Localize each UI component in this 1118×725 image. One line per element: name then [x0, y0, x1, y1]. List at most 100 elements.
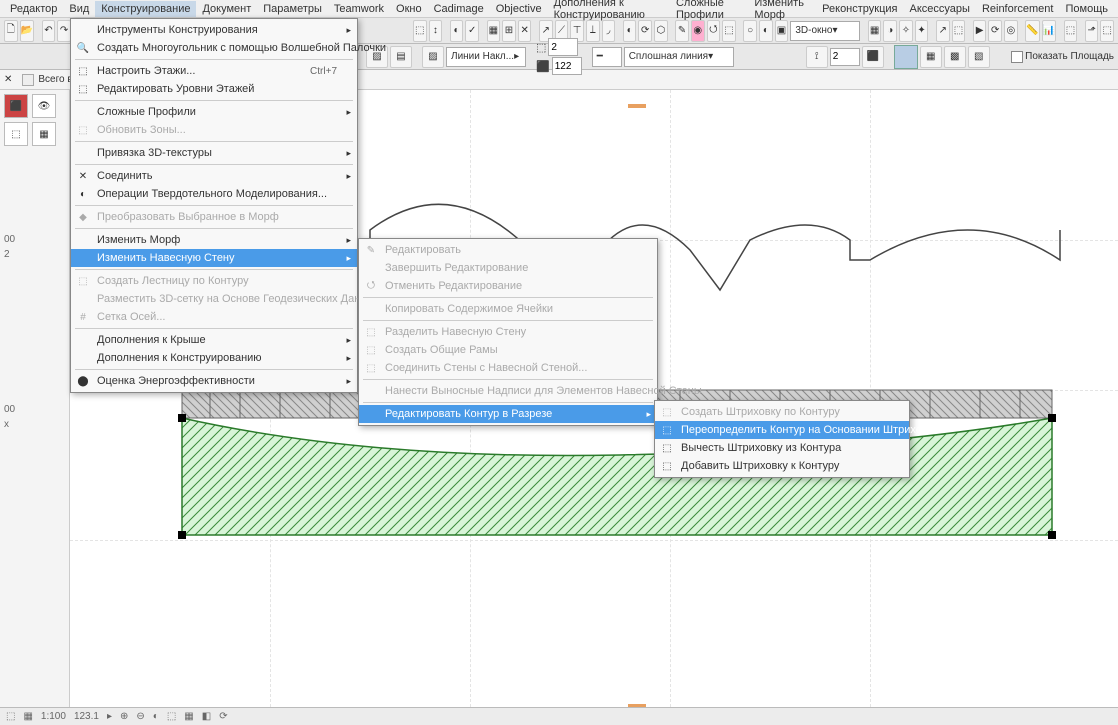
mode-btn-3[interactable]: ▩ [944, 46, 966, 68]
menu-item[interactable]: Вид [63, 1, 95, 17]
status-icon[interactable]: ⬚ [167, 711, 176, 722]
menu-item[interactable]: Reinforcement [976, 1, 1060, 17]
mode-btn-1[interactable] [894, 45, 918, 69]
tool-icon[interactable]: ↕ [429, 20, 443, 42]
menu-item[interactable]: Сложные Профили▸ [71, 103, 357, 121]
nav-icon[interactable]: ⬚ [952, 20, 966, 42]
menu-item[interactable]: Дополнения к Конструированию▸ [71, 349, 357, 367]
menu-item[interactable]: ⬚Добавить Штриховку к Контуру [655, 457, 909, 475]
tool-icon[interactable]: ○ [743, 20, 757, 42]
status-icon[interactable]: ⊖ [136, 711, 144, 722]
menu-item[interactable]: Дополнения к Крыше▸ [71, 331, 357, 349]
tool-icon[interactable]: ⬚ [413, 20, 427, 42]
pen-bottom-field[interactable] [552, 57, 582, 75]
menu-item[interactable]: ⬤Оценка Энергоэффективности▸ [71, 372, 357, 390]
menu-item-active[interactable]: Конструирование [95, 1, 196, 17]
tool-icon[interactable]: ◐ [623, 20, 637, 42]
menu-item[interactable]: Параметры [257, 1, 328, 17]
tool-icon[interactable]: ⟘ [586, 20, 600, 42]
tool-icon[interactable]: ✓ [465, 20, 479, 42]
menu-item[interactable]: ⬚Настроить Этажи...Ctrl+7 [71, 62, 357, 80]
tool-icon[interactable]: ✕ [518, 20, 532, 42]
menu-item[interactable]: Изменить Навесную Стену▸ [71, 249, 357, 267]
nav-icon[interactable]: ◑ [883, 20, 897, 42]
tool-icon[interactable]: ▦ [487, 20, 501, 42]
status-icon[interactable]: ⬚ [6, 711, 15, 722]
layer-color-icon[interactable]: ⬛ [4, 94, 28, 118]
option-icon[interactable]: ▤ [390, 46, 412, 68]
menu-item[interactable]: Cadimage [428, 1, 490, 17]
mode-btn-2[interactable]: ▦ [920, 46, 942, 68]
view-size: 123.1 [74, 711, 99, 722]
angle-field[interactable] [830, 48, 860, 66]
menu-item[interactable]: ✕Соединить▸ [71, 167, 357, 185]
menu-item[interactable]: ⬚Редактировать Уровни Этажей [71, 80, 357, 98]
menu-item[interactable]: Аксессуары [904, 1, 976, 17]
menu-item[interactable]: ◐Операции Твердотельного Моделирования..… [71, 185, 357, 203]
nav-icon[interactable]: ↗ [936, 20, 950, 42]
tool-icon[interactable]: ◞ [602, 20, 616, 42]
tool-icon[interactable]: ◐ [759, 20, 773, 42]
menu-item[interactable]: Помощь [1059, 1, 1114, 17]
tool-icon[interactable]: ⟳ [638, 20, 652, 42]
menu-item[interactable]: Изменить Морф▸ [71, 231, 357, 249]
nav-icon[interactable]: ✧ [899, 20, 913, 42]
redo-icon[interactable]: ↷ [57, 20, 71, 42]
tool-icon[interactable]: ⊞ [502, 20, 516, 42]
tool-icon[interactable]: ⭯ [707, 20, 721, 42]
menu-item[interactable]: Привязка 3D-текстуры▸ [71, 144, 357, 162]
menu-item[interactable]: Редактировать Контур в Разрезе▸ [359, 405, 657, 423]
menu-item[interactable]: Редактор [4, 1, 63, 17]
nav-icon[interactable]: ▦ [868, 20, 882, 42]
undo-icon[interactable]: ↶ [42, 20, 56, 42]
nav-icon[interactable]: ⬚ [1064, 20, 1078, 42]
pen-top-field[interactable] [548, 38, 578, 56]
nav-icon[interactable]: 📊 [1042, 20, 1056, 42]
linestyle-preview[interactable]: ━ [592, 47, 622, 67]
tool-icon[interactable]: ◐ [450, 20, 464, 42]
angle-icon[interactable]: ⟟ [806, 46, 828, 68]
3d-view-dropdown[interactable]: 3D-окно ▾ [790, 21, 860, 41]
eye-icon[interactable]: 👁 [32, 94, 56, 118]
menu-item: ⬚Создать Общие Рамы [359, 341, 657, 359]
nav-icon[interactable]: ⬚ [1100, 20, 1114, 42]
menu-item[interactable]: 🔍Создать Многоугольник с помощью Волшебн… [71, 39, 357, 57]
nav-icon[interactable]: ✦ [915, 20, 929, 42]
tool-slot[interactable]: ⬚ [4, 122, 28, 146]
zoom-level[interactable]: 1:100 [41, 711, 66, 722]
menu-item[interactable]: Инструменты Конструирования▸ [71, 21, 357, 39]
linetype-dropdown[interactable]: Линии Накл... ▸ [446, 47, 526, 67]
tool-icon[interactable]: ✎ [675, 20, 689, 42]
nav-icon[interactable]: ◎ [1004, 20, 1018, 42]
tool-icon[interactable]: ⬡ [654, 20, 668, 42]
status-icon[interactable]: ◧ [202, 711, 211, 722]
status-icon[interactable]: ⟳ [219, 711, 227, 722]
tool-icon[interactable]: ⬚ [722, 20, 736, 42]
menu-item[interactable]: Teamwork [328, 1, 390, 17]
color-tool-icon[interactable]: ◉ [691, 20, 705, 42]
angle-color-icon[interactable]: ⬛ [862, 46, 884, 68]
menu-item[interactable]: ⬚Вычесть Штриховку из Контура [655, 439, 909, 457]
menu-item[interactable]: Objective [490, 1, 548, 17]
menu-item[interactable]: Реконструкция [816, 1, 903, 17]
3d-tool-icon[interactable]: ▣ [775, 20, 789, 42]
new-icon[interactable]: 🗋 [4, 20, 18, 42]
status-icon[interactable]: ▦ [23, 711, 32, 722]
nav-icon[interactable]: ⟳ [988, 20, 1002, 42]
open-icon[interactable]: 📂 [20, 20, 34, 42]
tool-slot[interactable]: ▦ [32, 122, 56, 146]
linestyle-dropdown[interactable]: Сплошная линия ▾ [624, 47, 734, 67]
status-icon[interactable]: ▦ [184, 711, 193, 722]
nav-icon[interactable]: ⬏ [1085, 20, 1099, 42]
menu-item[interactable]: Окно [390, 1, 428, 17]
menu-item[interactable]: Документ [196, 1, 257, 17]
show-area-checkbox[interactable]: Показать Площадь [1011, 51, 1114, 63]
status-icon[interactable]: ⊕ [120, 711, 128, 722]
mode-btn-4[interactable]: ▧ [968, 46, 990, 68]
close-tab-icon[interactable]: ✕ [4, 74, 12, 85]
status-icon[interactable]: ◐ [153, 711, 159, 722]
pattern-icon[interactable]: ▨ [422, 46, 444, 68]
play-icon[interactable]: ▶ [973, 20, 987, 42]
menu-item[interactable]: ⬚Переопределить Контур на Основании Штри… [655, 421, 909, 439]
measure-icon[interactable]: 📏 [1025, 20, 1039, 42]
